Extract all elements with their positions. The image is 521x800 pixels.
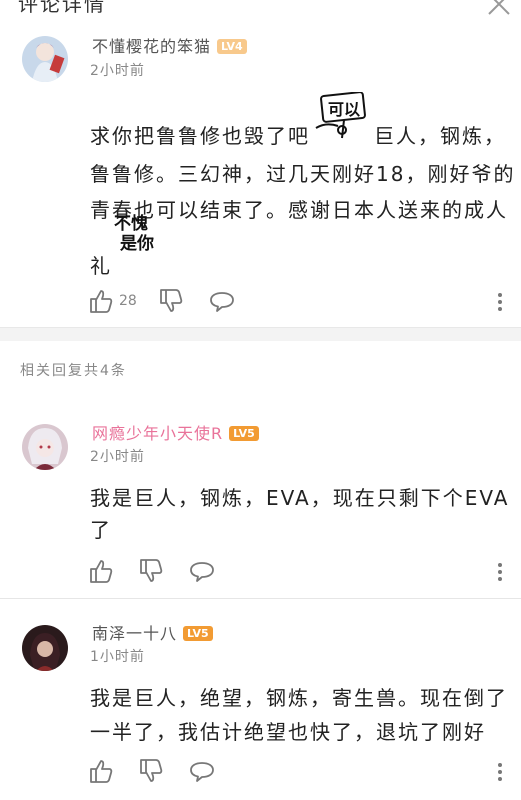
more-vertical-icon[interactable] bbox=[490, 561, 510, 583]
sticker-bukui-shini: 不愧 是你 bbox=[114, 214, 154, 254]
speech-bubble-icon[interactable] bbox=[188, 560, 216, 584]
thumbs-up-icon[interactable] bbox=[88, 758, 114, 784]
timestamp: 1小时前 bbox=[90, 649, 145, 665]
sticker-keyi: 可以 bbox=[312, 91, 368, 140]
avatar-image bbox=[22, 424, 68, 470]
username[interactable]: 不懂樱花的笨猫 LV4 bbox=[92, 33, 247, 57]
section-divider bbox=[0, 327, 521, 341]
comment-actions bbox=[0, 558, 521, 588]
thumbs-up-icon[interactable] bbox=[88, 288, 114, 314]
level-badge: LV5 bbox=[229, 426, 259, 441]
close-icon[interactable] bbox=[485, 0, 513, 18]
timestamp: 2小时前 bbox=[90, 63, 145, 79]
avatar-image bbox=[22, 36, 68, 82]
header-bar: 评论详情 bbox=[0, 0, 521, 18]
reply-divider bbox=[0, 598, 521, 599]
more-vertical-icon[interactable] bbox=[490, 761, 510, 783]
level-badge: LV5 bbox=[183, 626, 213, 641]
reply-line-1: 我是巨人，绝望，钢炼，寄生兽。现在倒了 bbox=[90, 686, 508, 710]
thumbs-down-icon[interactable] bbox=[138, 558, 164, 584]
speech-bubble-icon[interactable] bbox=[188, 760, 216, 784]
avatar[interactable] bbox=[22, 625, 68, 671]
thumbs-down-icon[interactable] bbox=[138, 758, 164, 784]
thumbs-down-icon[interactable] bbox=[158, 288, 184, 314]
page-title: 评论详情 bbox=[18, 0, 106, 16]
comment-line-3: 鲁鲁修。三幻神，过几天刚好18，刚好爷的 bbox=[90, 162, 516, 186]
comment-actions bbox=[0, 758, 521, 788]
comment-line-2: 巨人，钢炼， bbox=[374, 124, 506, 148]
more-vertical-icon[interactable] bbox=[490, 291, 510, 313]
comment-actions: 28 bbox=[0, 288, 521, 318]
avatar[interactable] bbox=[22, 36, 68, 82]
avatar-image bbox=[22, 625, 68, 671]
avatar[interactable] bbox=[22, 424, 68, 470]
like-count: 28 bbox=[119, 293, 137, 309]
replies-count-label: 相关回复共4条 bbox=[20, 363, 127, 379]
thumbs-up-icon[interactable] bbox=[88, 558, 114, 584]
timestamp: 2小时前 bbox=[90, 449, 145, 465]
username[interactable]: 网瘾少年小天使R LV5 bbox=[92, 420, 259, 444]
reply-line-2: 一半了，我估计绝望也快了，退坑了刚好 bbox=[90, 720, 486, 744]
level-badge: LV4 bbox=[217, 39, 247, 54]
reply-line-1: 我是巨人，钢炼，EVA，现在只剩下个EVA bbox=[90, 486, 510, 510]
username[interactable]: 南泽一十八 LV5 bbox=[92, 620, 213, 644]
speech-bubble-icon[interactable] bbox=[208, 290, 236, 314]
reply-line-2: 了 bbox=[90, 518, 112, 542]
